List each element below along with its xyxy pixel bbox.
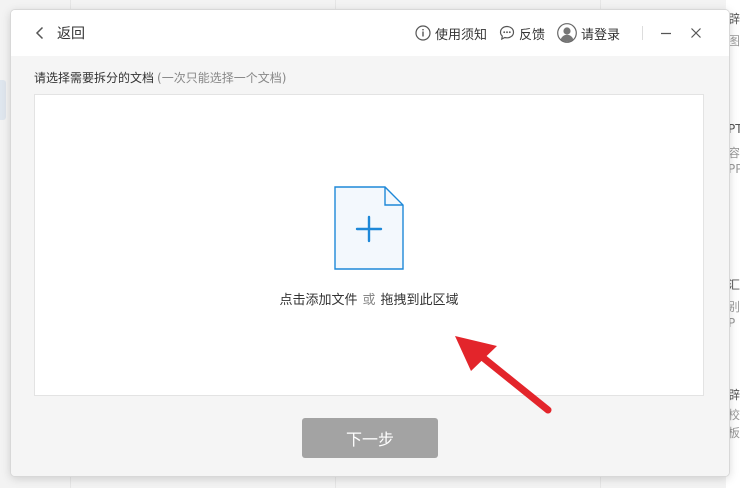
background-text: 辟肚 (728, 388, 740, 402)
chat-bubble-icon (499, 25, 515, 41)
background-text: PT (728, 122, 740, 136)
drop-zone-instructions: 点击添加文件或拖拽到此区域 (35, 289, 703, 308)
login-button[interactable]: 请登录 (557, 23, 620, 43)
minimize-icon (661, 32, 671, 35)
background-text: 辟P (728, 12, 740, 26)
file-drop-zone[interactable]: 点击添加文件或拖拽到此区域 (34, 94, 704, 396)
prompt-text: 请选择需要拆分的文档 (34, 71, 155, 85)
background-text: 图 (728, 34, 740, 48)
background-text: 别 (728, 300, 740, 314)
dialog-body: 请选择需要拆分的文档 (一次只能选择一个文档) 点击添加文件或拖拽到此区域 下一步 (11, 56, 729, 476)
click-to-add-text: 点击添加文件 (279, 293, 358, 308)
close-button[interactable] (683, 21, 709, 45)
chevron-left-icon (35, 23, 49, 43)
next-step-button[interactable]: 下一步 (302, 418, 438, 458)
user-avatar-icon (557, 23, 577, 43)
add-file-icon[interactable] (333, 185, 405, 275)
login-label: 请登录 (580, 27, 620, 43)
select-document-prompt: 请选择需要拆分的文档 (一次只能选择一个文档) (34, 69, 286, 86)
background-text: 校 (728, 408, 740, 422)
back-label: 返回 (57, 26, 85, 42)
back-button[interactable]: 返回 (35, 23, 85, 43)
dialog-titlebar: 返回 使用须知 反馈 请登录 (11, 10, 729, 56)
close-icon (691, 28, 701, 38)
usage-notice-label: 使用须知 (434, 27, 487, 43)
titlebar-separator (642, 26, 643, 40)
usage-notice-button[interactable]: 使用须知 (415, 24, 487, 43)
drag-here-text: 拖拽到此区域 (380, 293, 459, 308)
background-text: P (728, 316, 736, 330)
background-text: 汇彡 (728, 278, 740, 292)
info-icon (415, 25, 431, 41)
prompt-hint: (一次只能选择一个文档) (157, 71, 287, 85)
split-document-dialog: 返回 使用须知 反馈 请登录 请选择需要拆分的文档 (一次只能选择一个文档) 点… (11, 10, 729, 476)
background-text: PP (728, 162, 740, 176)
background-tab (0, 80, 6, 120)
background-text: 板 (728, 426, 740, 440)
background-text: 容 (728, 146, 740, 160)
feedback-button[interactable]: 反馈 (499, 24, 545, 43)
feedback-label: 反馈 (518, 27, 545, 43)
titlebar-actions: 使用须知 反馈 请登录 (403, 21, 709, 45)
or-text: 或 (362, 293, 376, 308)
minimize-button[interactable] (653, 21, 679, 45)
